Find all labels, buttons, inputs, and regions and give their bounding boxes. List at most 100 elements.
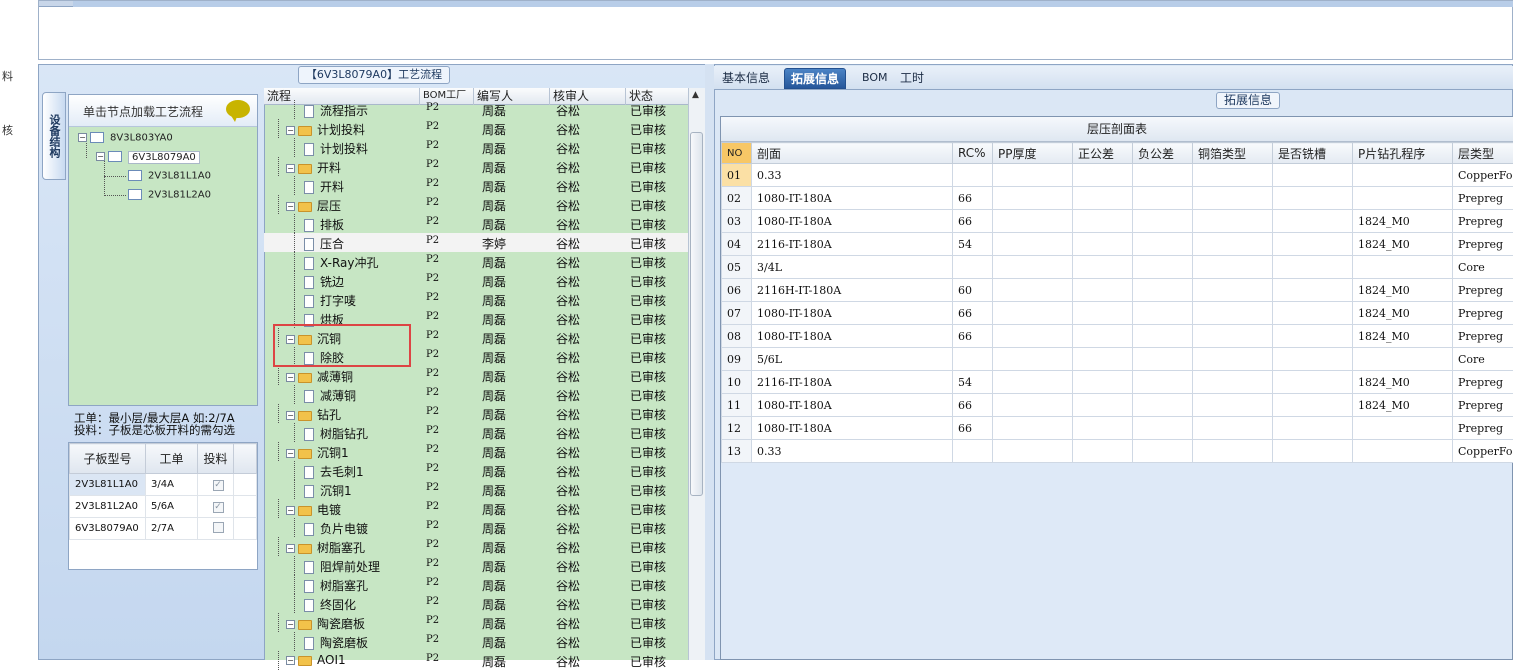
status-cell[interactable]: 已审核 [630, 520, 666, 537]
table-cell[interactable] [993, 164, 1073, 187]
bom-plant-cell[interactable]: P2 [426, 463, 439, 474]
flow-step-cell[interactable]: −计划投料 [286, 121, 365, 138]
status-cell[interactable]: 已审核 [630, 311, 666, 328]
table-cell[interactable]: Core [1453, 348, 1513, 371]
table-row[interactable]: 6V3L8079A02/7A [70, 518, 257, 540]
flow-row[interactable]: 开料P2周磊谷松已审核 [264, 176, 688, 195]
writer-cell[interactable]: 周磊 [482, 254, 506, 271]
collapse-icon[interactable]: − [286, 126, 295, 135]
table-cell[interactable] [1133, 164, 1193, 187]
table-cell[interactable] [1133, 417, 1193, 440]
writer-cell[interactable]: 周磊 [482, 387, 506, 404]
reviewer-cell[interactable]: 谷松 [556, 406, 580, 423]
table-cell[interactable] [1073, 325, 1133, 348]
flow-row[interactable]: −沉铜1P2周磊谷松已审核 [264, 442, 688, 461]
flow-step-cell[interactable]: −电镀 [286, 501, 341, 518]
writer-cell[interactable]: 周磊 [482, 292, 506, 309]
flow-row[interactable]: −层压P2周磊谷松已审核 [264, 195, 688, 214]
column-header[interactable]: 铜箔类型 [1193, 143, 1273, 164]
collapse-icon[interactable]: − [96, 152, 105, 161]
status-cell[interactable]: 已审核 [630, 463, 666, 480]
table-cell[interactable]: Prepreg [1453, 394, 1513, 417]
bom-plant-cell[interactable]: P2 [426, 311, 439, 322]
column-header[interactable]: 层类型 [1453, 143, 1513, 164]
writer-cell[interactable]: 周磊 [482, 197, 506, 214]
row-number-cell[interactable]: 09 [722, 348, 752, 371]
table-cell[interactable] [993, 417, 1073, 440]
status-cell[interactable]: 已审核 [630, 387, 666, 404]
bom-plant-cell[interactable]: P2 [426, 501, 439, 512]
flow-step-cell[interactable]: 打字唛 [304, 292, 356, 309]
writer-cell[interactable]: 周磊 [482, 330, 506, 347]
column-header[interactable]: PP厚度 [993, 143, 1073, 164]
flow-row[interactable]: 排板P2周磊谷松已审核 [264, 214, 688, 233]
bom-plant-cell[interactable]: P2 [426, 653, 439, 664]
table-cell[interactable] [1273, 440, 1353, 463]
bom-plant-cell[interactable]: P2 [426, 292, 439, 303]
table-cell[interactable] [1073, 348, 1133, 371]
table-cell[interactable] [1193, 279, 1273, 302]
status-cell[interactable]: 已审核 [630, 501, 666, 518]
bom-plant-cell[interactable]: P2 [426, 102, 439, 113]
bom-plant-cell[interactable]: P2 [426, 425, 439, 436]
bom-plant-cell[interactable]: P2 [426, 387, 439, 398]
status-cell[interactable]: 已审核 [630, 596, 666, 613]
tree-node[interactable]: −8V3L803YA0 [78, 132, 173, 144]
flow-row[interactable]: 树脂塞孔P2周磊谷松已审核 [264, 575, 688, 594]
table-cell[interactable] [993, 394, 1073, 417]
table-cell[interactable]: Prepreg [1453, 325, 1513, 348]
table-cell[interactable] [1133, 394, 1193, 417]
reviewer-cell[interactable]: 谷松 [556, 653, 580, 670]
table-row[interactable]: 010.33CopperFo [722, 164, 1513, 187]
table-row[interactable]: 021080-IT-180A66Prepreg [722, 187, 1513, 210]
collapse-icon[interactable]: − [286, 164, 295, 173]
flow-row[interactable]: −计划投料P2周磊谷松已审核 [264, 119, 688, 138]
table-cell[interactable]: 66 [953, 187, 993, 210]
column-header[interactable]: P片钻孔程序 [1353, 143, 1453, 164]
bom-plant-cell[interactable]: P2 [426, 539, 439, 550]
reviewer-cell[interactable]: 谷松 [556, 102, 580, 119]
table-cell[interactable] [1133, 325, 1193, 348]
reviewer-cell[interactable]: 谷松 [556, 235, 580, 252]
bom-plant-cell[interactable]: P2 [426, 634, 439, 645]
cell-order[interactable]: 2/7A [146, 518, 198, 540]
reviewer-cell[interactable]: 谷松 [556, 577, 580, 594]
table-cell[interactable] [953, 348, 993, 371]
table-cell[interactable] [1193, 256, 1273, 279]
table-cell[interactable] [1133, 302, 1193, 325]
writer-cell[interactable]: 周磊 [482, 425, 506, 442]
table-cell[interactable]: 66 [953, 302, 993, 325]
table-cell[interactable]: 66 [953, 394, 993, 417]
flow-row[interactable]: 减薄铜P2周磊谷松已审核 [264, 385, 688, 404]
bom-plant-cell[interactable]: P2 [426, 235, 439, 246]
table-row[interactable]: 053/4LCore [722, 256, 1513, 279]
table-cell[interactable]: CopperFo [1453, 164, 1513, 187]
status-cell[interactable]: 已审核 [630, 178, 666, 195]
reviewer-cell[interactable]: 谷松 [556, 539, 580, 556]
table-cell[interactable] [1073, 302, 1133, 325]
tree-node[interactable]: 2V3L81L1A0 [128, 170, 211, 182]
flow-step-cell[interactable]: X-Ray冲孔 [304, 254, 378, 271]
table-cell[interactable] [1273, 417, 1353, 440]
row-number-cell[interactable]: 08 [722, 325, 752, 348]
table-cell[interactable] [1193, 210, 1273, 233]
flow-row[interactable]: −AOI1P2周磊谷松已审核 [264, 651, 688, 670]
writer-cell[interactable]: 周磊 [482, 406, 506, 423]
table-cell[interactable]: 1080-IT-180A [752, 302, 953, 325]
writer-cell[interactable]: 周磊 [482, 121, 506, 138]
table-cell[interactable]: 0.33 [752, 164, 953, 187]
table-cell[interactable] [1353, 440, 1453, 463]
collapse-icon[interactable]: − [286, 506, 295, 515]
table-cell[interactable] [1073, 371, 1133, 394]
column-header[interactable]: RC% [953, 143, 993, 164]
status-cell[interactable]: 已审核 [630, 292, 666, 309]
table-cell[interactable]: 1080-IT-180A [752, 325, 953, 348]
table-cell[interactable] [1273, 302, 1353, 325]
writer-cell[interactable]: 周磊 [482, 501, 506, 518]
table-cell[interactable] [993, 210, 1073, 233]
writer-cell[interactable]: 周磊 [482, 463, 506, 480]
table-row[interactable]: 130.33CopperFo [722, 440, 1513, 463]
table-row[interactable]: 081080-IT-180A661824_M0Prepreg [722, 325, 1513, 348]
flow-step-cell[interactable]: −沉铜1 [286, 444, 349, 461]
status-cell[interactable]: 已审核 [630, 444, 666, 461]
